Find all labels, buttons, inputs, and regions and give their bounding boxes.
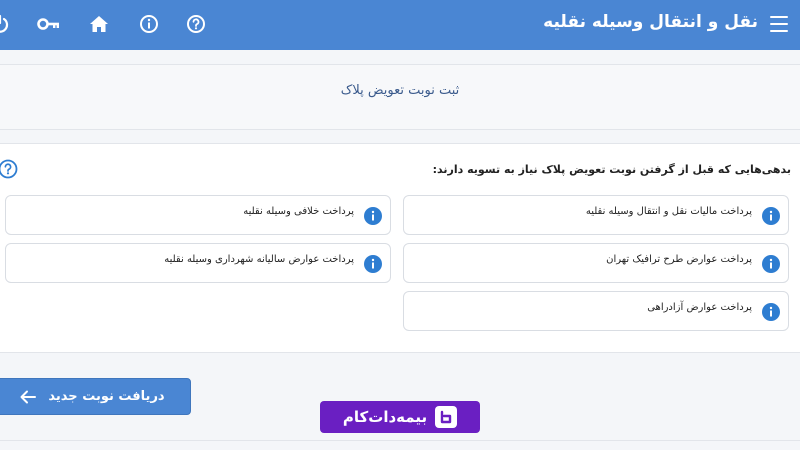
home-icon[interactable] [87,12,111,36]
debts-panel: بدهی‌هایی که قبل از گرفتن نوبت تعویض پلا… [0,143,800,353]
logo-mark-icon [435,406,458,428]
app-root: نقل و انتقال وسیله نقلیه ثبت نوبت تعویض … [0,0,800,450]
debt-item-label: پرداخت عوارض سالیانه شهرداری وسیله نقلیه [164,254,354,265]
info-icon[interactable] [762,207,780,225]
question-circle-icon[interactable] [0,158,19,180]
debt-item-label: پرداخت عوارض آزادراهی [647,302,752,313]
debts-heading: بدهی‌هایی که قبل از گرفتن نوبت تعویض پلا… [432,163,791,176]
info-circle-icon[interactable] [137,12,161,36]
debt-item-label: پرداخت خلافی وسیله نقلیه [243,206,354,217]
arrow-left-icon [20,390,37,404]
debt-item-traffic-plan[interactable]: پرداخت عوارض طرح ترافیک تهران [403,243,789,283]
divider [0,440,800,441]
debt-item-label: پرداخت مالیات نقل و انتقال وسیله نقلیه [585,206,752,217]
new-turn-button[interactable]: دریافت نوبت جدید [0,378,191,415]
key-icon[interactable] [37,12,61,36]
info-icon[interactable] [762,303,780,321]
debt-item-freeway-toll[interactable]: پرداخت عوارض آزادراهی [403,291,789,331]
help-circle-icon[interactable] [184,12,208,36]
power-icon[interactable] [0,12,12,36]
top-header: نقل و انتقال وسیله نقلیه [0,0,800,50]
bimehdotcom-logo: بیمه‌دات‌کام [320,401,480,433]
info-icon[interactable] [762,255,780,273]
new-turn-button-label: دریافت نوبت جدید [48,389,165,404]
info-icon[interactable] [364,207,382,225]
info-icon[interactable] [364,255,382,273]
page-title: ثبت نوبت تعویض پلاک [340,83,460,98]
debt-item-transfer-tax[interactable]: پرداخت مالیات نقل و انتقال وسیله نقلیه [403,195,789,235]
debt-item-traffic-fines[interactable]: پرداخت خلافی وسیله نقلیه [5,195,391,235]
debt-item-municipal-fees[interactable]: پرداخت عوارض سالیانه شهرداری وسیله نقلیه [5,243,391,283]
debt-item-label: پرداخت عوارض طرح ترافیک تهران [606,254,752,265]
logo-text: بیمه‌دات‌کام [342,408,428,426]
menu-icon[interactable] [770,16,788,32]
app-title: نقل و انتقال وسیله نقلیه [543,12,758,32]
page-title-card: ثبت نوبت تعویض پلاک [0,64,800,130]
